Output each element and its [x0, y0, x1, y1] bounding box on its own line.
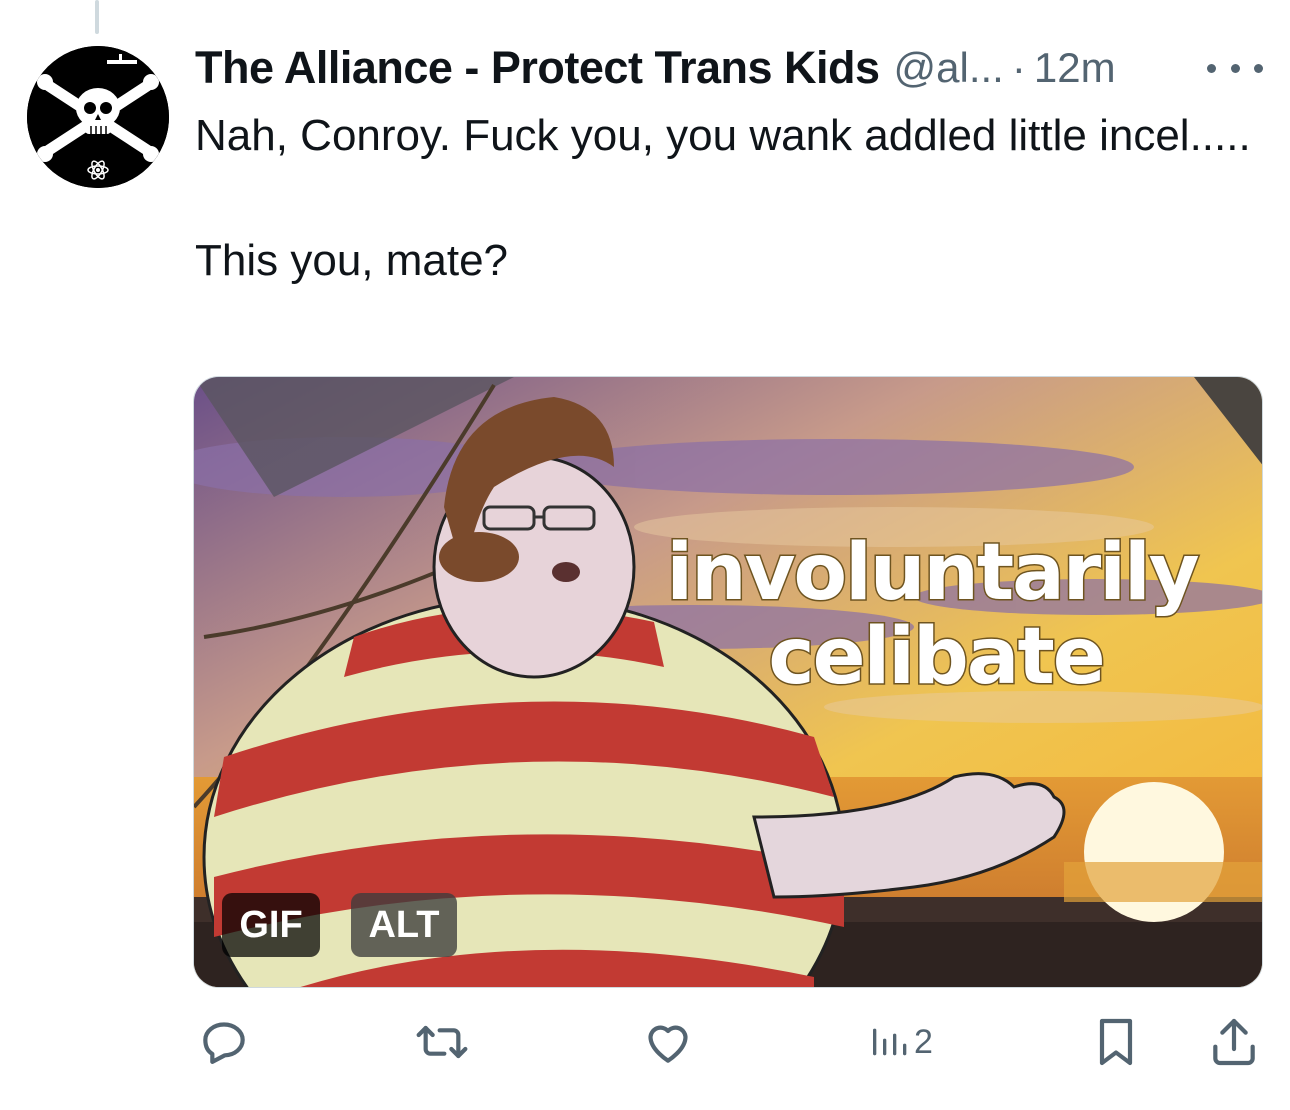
- gif-badge[interactable]: GIF: [222, 893, 320, 957]
- tweet-actions: 2: [0, 1010, 1290, 1074]
- retweet-icon: [416, 1025, 468, 1059]
- tweet-text: Nah, Conroy. Fuck you, you wank addled l…: [195, 106, 1255, 291]
- tweet-text-line: This you, mate?: [195, 236, 509, 285]
- thread-connector-line: [95, 0, 99, 34]
- bookmark-icon: [1099, 1018, 1133, 1066]
- views-button[interactable]: 2: [868, 1010, 933, 1074]
- skull-crossbones-logo: [27, 46, 169, 188]
- gif-caption-line: celibate: [768, 612, 1103, 702]
- header-separator: ·: [1011, 44, 1026, 91]
- avatar[interactable]: [27, 46, 169, 188]
- share-icon: [1213, 1018, 1255, 1066]
- retweet-button[interactable]: [414, 1010, 470, 1074]
- tweet-header: The Alliance - Protect Trans Kids @al...…: [195, 42, 1270, 94]
- more-options-icon[interactable]: [1207, 56, 1263, 80]
- views-count: 2: [914, 1022, 933, 1061]
- share-button[interactable]: [1206, 1010, 1262, 1074]
- like-button[interactable]: [640, 1010, 696, 1074]
- reply-icon: [203, 1022, 245, 1064]
- alt-badge[interactable]: ALT: [351, 893, 457, 957]
- display-name[interactable]: The Alliance - Protect Trans Kids: [195, 42, 880, 94]
- views-icon: [873, 1028, 907, 1056]
- gif-caption-line: involuntarily: [666, 528, 1198, 618]
- timestamp[interactable]: 12m: [1034, 44, 1116, 92]
- user-handle[interactable]: @al...: [894, 44, 1004, 92]
- like-icon: [648, 1025, 688, 1063]
- tweet-text-line: Nah, Conroy. Fuck you, you wank addled l…: [195, 111, 1251, 160]
- bookmark-button[interactable]: [1088, 1010, 1144, 1074]
- reply-button[interactable]: [196, 1010, 252, 1074]
